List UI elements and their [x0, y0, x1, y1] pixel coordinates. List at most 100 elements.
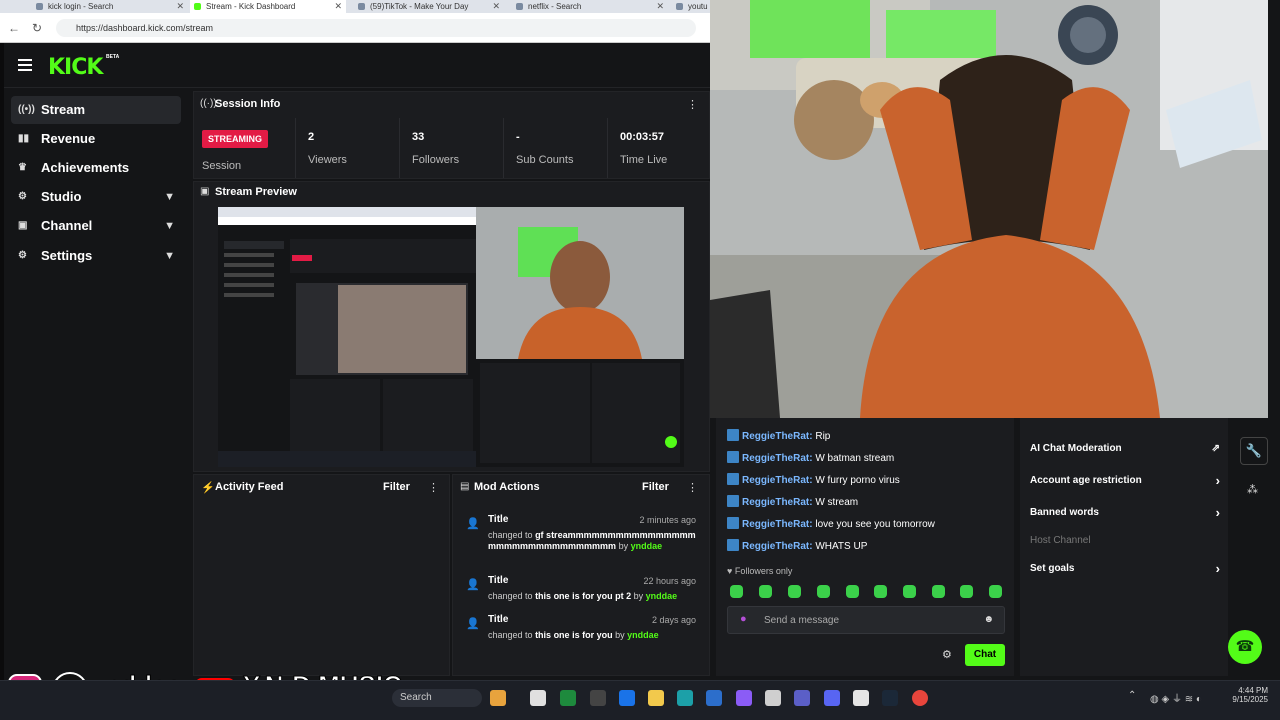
emote-icon[interactable]	[817, 585, 830, 598]
moderation-panel	[1020, 418, 1228, 676]
detail-user-link[interactable]: ynddae	[627, 630, 659, 640]
emote-icon[interactable]	[730, 585, 743, 598]
close-icon[interactable]: ✕	[334, 0, 342, 13]
activity-filter-button[interactable]: Filter	[383, 481, 410, 493]
user-avatar	[727, 495, 739, 507]
sidebar-item-studio[interactable]: ⚙ Studio ▼	[11, 183, 181, 211]
emote-icon[interactable]	[874, 585, 887, 598]
app-icon[interactable]	[765, 690, 781, 706]
teams-icon[interactable]	[794, 690, 810, 706]
user-edit-icon: 👤	[466, 579, 480, 591]
mod-filter-button[interactable]: Filter	[642, 481, 669, 493]
more-options-icon[interactable]: ⋮	[687, 481, 698, 494]
taskbar-clock[interactable]: 4:44 PM 9/15/2025	[1228, 686, 1268, 704]
stat-viewers: 2 Viewers	[295, 118, 399, 178]
chat-username[interactable]: ReggieTheRat:	[742, 431, 813, 442]
chat-username[interactable]: ReggieTheRat:	[742, 541, 813, 552]
setting-label: Host Channel	[1030, 535, 1091, 546]
ai-chat-moderation-item[interactable]: AI Chat Moderation ⇗	[1030, 443, 1220, 454]
send-chat-button[interactable]: Chat	[965, 644, 1005, 666]
kick-logo[interactable]: KICK	[48, 55, 103, 80]
sidebar-item-channel[interactable]: ▣ Channel ▼	[11, 212, 181, 240]
clock-time: 4:44 PM	[1238, 686, 1268, 695]
tray-icons[interactable]: ◍ ◈ ⏚ ≋ ◐	[1150, 690, 1202, 705]
chat-message: ReggieTheRat: W batman stream	[727, 451, 894, 467]
kick-app-icon[interactable]	[560, 690, 576, 706]
chat-text: W stream	[815, 497, 859, 508]
dashboard-top-bar	[4, 43, 710, 88]
chevron-down-icon: ▼	[164, 250, 175, 262]
steam-icon[interactable]	[882, 690, 898, 706]
sidebar-item-achievements[interactable]: ♛ Achievements	[11, 154, 181, 182]
file-icon[interactable]	[530, 690, 546, 706]
discord-icon[interactable]	[824, 690, 840, 706]
folder-icon[interactable]	[648, 690, 664, 706]
chat-settings-gear-icon[interactable]: ⚙	[942, 648, 952, 661]
apps-icon[interactable]: ⁂	[1247, 483, 1258, 496]
browser-tab[interactable]: kick login - Search ✕	[32, 0, 188, 13]
detail-user-link[interactable]: ynddae	[646, 591, 678, 601]
mod-entry-detail: changed to this one is for you pt 2 by y…	[488, 591, 702, 602]
sidebar-item-revenue[interactable]: ▮▮ Revenue	[11, 125, 181, 153]
mod-actions-title: Mod Actions	[474, 481, 540, 493]
chat-username[interactable]: ReggieTheRat:	[742, 497, 813, 508]
stat-sub-counts: - Sub Counts	[503, 118, 607, 178]
browser-tab[interactable]: (59)TikTok - Make Your Day ✕	[354, 0, 504, 13]
url-input[interactable]: https://dashboard.kick.com/stream	[56, 19, 696, 37]
emote-icon[interactable]	[788, 585, 801, 598]
outlook-icon[interactable]	[619, 690, 635, 706]
sidebar-item-stream[interactable]: ((•)) Stream	[11, 96, 181, 124]
emote-icon[interactable]	[846, 585, 859, 598]
chat-username[interactable]: ReggieTheRat:	[742, 519, 813, 530]
tab-label: netflix - Search	[528, 2, 582, 11]
chat-username[interactable]: ReggieTheRat:	[742, 453, 813, 464]
copilot-icon[interactable]	[736, 690, 752, 706]
detail-user-link[interactable]: ynddae	[631, 541, 663, 551]
set-goals-item[interactable]: Set goals ›	[1030, 561, 1220, 576]
emote-icon[interactable]	[759, 585, 772, 598]
app-icon[interactable]	[590, 690, 606, 706]
search-icon	[516, 3, 523, 10]
tray-chevron-up-icon[interactable]: ⌃	[1128, 690, 1136, 701]
taskbar-search[interactable]: Search	[392, 689, 482, 707]
browser-tab-active[interactable]: Stream - Kick Dashboard ✕	[190, 0, 346, 13]
reload-icon[interactable]: ↻	[32, 21, 42, 35]
emote-icon[interactable]	[960, 585, 973, 598]
sidebar-item-label: Settings	[41, 248, 93, 263]
widgets-icon[interactable]	[490, 690, 506, 706]
browser-tab[interactable]: netflix - Search ✕	[512, 0, 668, 13]
banned-words-item[interactable]: Banned words ›	[1030, 505, 1220, 520]
chat-text: W furry porno virus	[815, 475, 900, 486]
edge-icon[interactable]	[677, 690, 693, 706]
wrench-icon[interactable]: 🔧	[1240, 437, 1268, 465]
chat-text: WHATS UP	[815, 541, 868, 552]
emote-icon[interactable]	[989, 585, 1002, 598]
close-icon[interactable]: ✕	[492, 0, 500, 13]
emote-icon[interactable]	[903, 585, 916, 598]
close-icon[interactable]: ✕	[656, 0, 664, 13]
more-options-icon[interactable]: ⋮	[428, 481, 439, 494]
emote-icon[interactable]	[932, 585, 945, 598]
chrome-icon[interactable]	[912, 690, 928, 706]
support-chat-icon[interactable]: ☎	[1228, 630, 1262, 664]
hamburger-menu-icon[interactable]	[18, 59, 32, 71]
chat-username[interactable]: ReggieTheRat:	[742, 475, 813, 486]
store-icon[interactable]	[706, 690, 722, 706]
mod-entry-time: 2 minutes ago	[639, 515, 696, 525]
browser-tab[interactable]: youtu	[672, 0, 710, 13]
right-edge-strip	[1268, 0, 1280, 680]
mod-action-entry: 👤 Title 2 days ago changed to this one i…	[462, 613, 702, 649]
back-arrow-icon[interactable]: ←	[8, 21, 20, 35]
emoji-icon[interactable]: ☻	[983, 614, 994, 625]
account-age-restriction-item[interactable]: Account age restriction ›	[1030, 473, 1220, 488]
chat-message-input[interactable]: ● Send a message ☻	[727, 606, 1005, 634]
trophy-icon: ♛	[18, 162, 27, 173]
more-options-icon[interactable]: ⋮	[687, 98, 698, 111]
mod-entry-title: Title	[488, 514, 509, 525]
app-icon[interactable]	[853, 690, 869, 706]
close-icon[interactable]: ✕	[176, 0, 184, 13]
sidebar-item-settings[interactable]: ⚙ Settings ▼	[11, 242, 181, 270]
stream-preview-video[interactable]	[218, 207, 684, 467]
microphone-icon[interactable]: ●	[740, 613, 747, 625]
sidebar-item-label: Achievements	[41, 160, 130, 175]
